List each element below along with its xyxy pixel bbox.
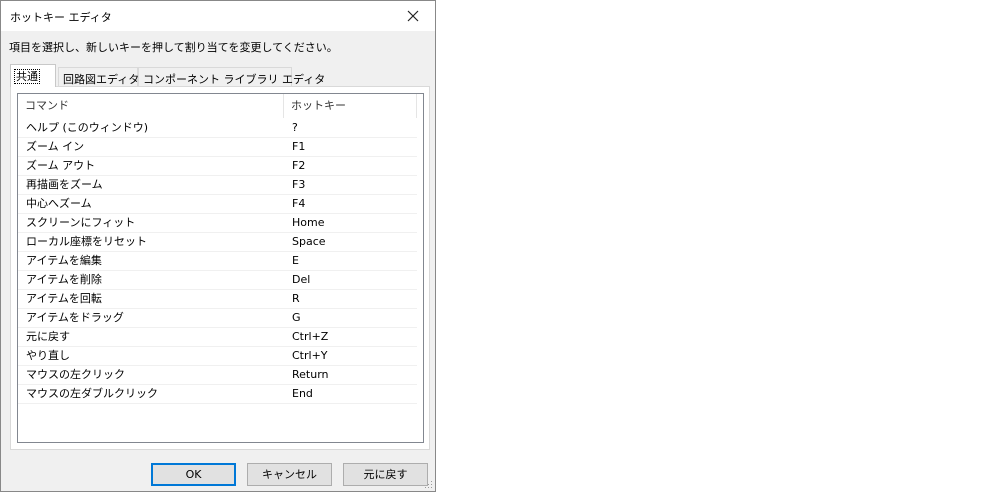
tab-common-label: 共通 (14, 69, 40, 84)
ok-button[interactable]: OK (151, 463, 236, 486)
hotkey-cell: R (292, 292, 300, 305)
table-row[interactable]: アイテムを編集 E (18, 252, 417, 271)
command-cell: やり直し (26, 349, 70, 362)
tab-common[interactable]: 共通 (10, 64, 56, 87)
column-header-command[interactable]: コマンド (18, 94, 284, 118)
table-row[interactable]: アイテムを削除 Del (18, 271, 417, 290)
command-cell: マウスの左ダブルクリック (26, 387, 158, 400)
resize-grip-icon[interactable] (423, 479, 433, 489)
hotkey-cell: Ctrl+Z (292, 330, 329, 343)
table-row[interactable]: 元に戻す Ctrl+Z (18, 328, 417, 347)
revert-button[interactable]: 元に戻す (343, 463, 428, 486)
hotkey-cell: E (292, 254, 299, 267)
command-cell: 元に戻す (26, 330, 70, 343)
tab-schematic-editor-label: 回路図エディタ (63, 73, 140, 86)
hotkey-cell: End (292, 387, 313, 400)
hotkey-cell: F4 (292, 197, 306, 210)
hotkey-cell: G (292, 311, 301, 324)
command-cell: マウスの左クリック (26, 368, 125, 381)
list-rows: ヘルプ (このウィンドウ)? ズーム イン F1 ズーム アウト F2 再描画をズーム F3… (18, 119, 417, 404)
hotkey-cell: Home (292, 216, 325, 229)
command-cell: アイテムを回転 (26, 292, 102, 305)
tab-panel-common: コマンド ホットキー ヘルプ (このウィンドウ)? ズーム イン F1 ズーム アウト… (10, 86, 430, 450)
hotkey-cell: Space (292, 235, 326, 248)
command-cell: ローカル座標をリセット (26, 235, 147, 248)
table-row[interactable]: アイテムをドラッグ G (18, 309, 417, 328)
window-title: ホットキー エディタ (10, 11, 112, 24)
tab-component-library-editor[interactable]: コンポーネント ライブラリ エディタ (138, 67, 325, 86)
tab-schematic-editor[interactable]: 回路図エディタ (58, 67, 140, 86)
table-row[interactable]: ローカル座標をリセット Space (18, 233, 417, 252)
command-cell: ズーム イン (26, 140, 85, 153)
command-cell: ズーム アウト (26, 159, 96, 172)
command-cell: アイテムをドラッグ (26, 311, 124, 324)
hotkey-cell: Return (292, 368, 329, 381)
table-row[interactable]: ヘルプ (このウィンドウ)? (18, 119, 417, 138)
command-cell: アイテムを編集 (26, 254, 102, 267)
command-cell: 再描画をズーム (26, 178, 103, 191)
command-cell: 中心へズーム (26, 197, 92, 210)
table-row[interactable]: 再描画をズーム F3 (18, 176, 417, 195)
table-row[interactable]: マウスの左ダブルクリック End (18, 385, 417, 404)
table-row[interactable]: やり直し Ctrl+Y (18, 347, 417, 366)
table-row[interactable]: ズーム アウト F2 (18, 157, 417, 176)
hotkey-cell: F3 (292, 178, 306, 191)
hotkey-cell: F2 (292, 159, 306, 172)
hotkey-cell: Del (292, 273, 311, 286)
table-row[interactable]: アイテムを回転 R (18, 290, 417, 309)
table-row[interactable]: マウスの左クリック Return (18, 366, 417, 385)
title-bar: ホットキー エディタ (1, 1, 435, 31)
list-header: コマンド ホットキー (18, 94, 423, 118)
close-button[interactable] (391, 1, 435, 31)
hotkey-cell: Ctrl+Y (292, 349, 328, 362)
instruction-text: 項目を選択し、新しいキーを押して割り当てを変更してください。 (9, 41, 338, 54)
hotkey-cell: F1 (292, 140, 306, 153)
close-icon (407, 10, 419, 22)
column-header-hotkey[interactable]: ホットキー (284, 94, 417, 118)
command-cell: スクリーンにフィット (26, 216, 136, 229)
cancel-button[interactable]: キャンセル (247, 463, 332, 486)
command-cell: アイテムを削除 (26, 273, 102, 286)
table-row[interactable]: スクリーンにフィット Home (18, 214, 417, 233)
tab-component-library-editor-label: コンポーネント ライブラリ エディタ (143, 73, 326, 86)
hotkey-cell: ? (292, 121, 298, 134)
table-row[interactable]: 中心へズーム F4 (18, 195, 417, 214)
command-cell: ヘルプ (このウィンドウ) (26, 121, 149, 134)
table-row[interactable]: ズーム イン F1 (18, 138, 417, 157)
hotkey-list[interactable]: コマンド ホットキー ヘルプ (このウィンドウ)? ズーム イン F1 ズーム アウト… (17, 93, 424, 443)
hotkey-editor-dialog: ホットキー エディタ 項目を選択し、新しいキーを押して割り当てを変更してください… (0, 0, 436, 492)
